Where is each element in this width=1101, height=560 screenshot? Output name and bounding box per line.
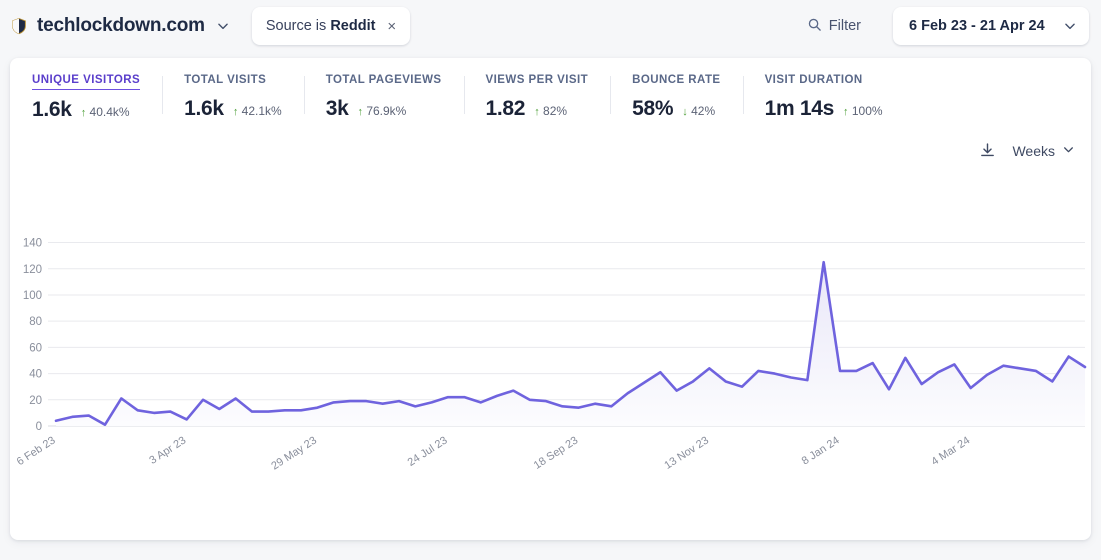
kpi-label: VISIT DURATION	[764, 74, 863, 86]
y-axis-tick-label: 0	[36, 421, 42, 433]
x-axis-tick-label: 13 Nov 23	[662, 434, 711, 471]
kpi-delta: ↑ 100%	[843, 104, 883, 118]
kpi-value: 1.6k	[184, 97, 224, 120]
filter-button[interactable]: Filter	[803, 11, 865, 42]
kpi-delta: ↑ 42.1k%	[233, 104, 282, 118]
arrow-up-icon: ↑	[843, 106, 849, 118]
filter-chip-value: Reddit	[330, 18, 376, 34]
kpi-delta-value: 42%	[691, 104, 716, 118]
kpi-delta: ↓ 42%	[682, 104, 715, 118]
x-axis-tick-label: 29 May 23	[269, 434, 319, 472]
y-axis-tick-label: 60	[29, 342, 42, 354]
chart-area-fill	[56, 262, 1085, 426]
x-axis-tick-label: 18 Sep 23	[532, 434, 581, 471]
top-bar: techlockdown.com Source is Reddit × Filt…	[0, 0, 1101, 52]
x-axis-tick-label: 3 Apr 23	[147, 434, 188, 466]
chart-controls: Weeks	[979, 142, 1075, 159]
search-icon	[807, 17, 822, 36]
shield-icon	[10, 17, 28, 35]
stats-card: UNIQUE VISITORS 1.6k ↑ 40.4k% TOTAL VISI…	[10, 58, 1091, 540]
y-axis-tick-label: 140	[23, 238, 42, 250]
arrow-up-icon: ↑	[232, 106, 239, 118]
kpi-delta: ↑ 40.4k%	[81, 105, 130, 119]
kpi-bounce-rate[interactable]: BOUNCE RATE 58% ↓ 42%	[610, 74, 742, 120]
arrow-up-icon: ↑	[357, 106, 363, 118]
kpi-label: BOUNCE RATE	[632, 74, 721, 86]
visitors-chart[interactable]: 0 20 40 60 80 100 120 140 6 Feb 23 3 Apr 23 29 Ma…	[10, 168, 1091, 540]
kpi-visit-duration[interactable]: VISIT DURATION 1m 14s ↑ 100%	[742, 74, 905, 120]
y-axis-tick-label: 120	[23, 264, 42, 276]
x-axis-tick-label: 6 Feb 23	[15, 434, 58, 468]
kpi-delta-value: 76.9k%	[366, 104, 407, 118]
kpi-value: 1.6k	[32, 98, 72, 121]
filter-button-label: Filter	[828, 18, 861, 34]
kpi-label: TOTAL PAGEVIEWS	[325, 74, 442, 86]
kpi-delta-value: 42.1k%	[241, 104, 282, 118]
kpi-total-pageviews[interactable]: TOTAL PAGEVIEWS 3k ↑ 76.9k%	[303, 74, 464, 120]
date-range-label: 6 Feb 23 - 21 Apr 24	[909, 18, 1045, 34]
filter-chip-source[interactable]: Source is Reddit ×	[251, 7, 411, 45]
x-axis-tick-label: 4 Mar 24	[929, 434, 972, 468]
kpi-delta-value: 40.4k%	[89, 105, 130, 119]
chevron-down-icon[interactable]	[1063, 19, 1077, 33]
chart-svg: 0 20 40 60 80 100 120 140 6 Feb 23 3 Apr 23 29 Ma…	[15, 238, 1087, 472]
arrow-down-icon: ↓	[682, 106, 688, 118]
close-icon[interactable]: ×	[385, 17, 398, 36]
kpi-value: 58%	[632, 97, 674, 120]
chart-x-axis-labels: 6 Feb 23 3 Apr 23 29 May 23 24 Jul 23 18 Sep…	[15, 434, 973, 472]
interval-label: Weeks	[1012, 142, 1055, 159]
y-axis-tick-label: 40	[29, 369, 42, 381]
y-axis-tick-label: 20	[29, 395, 42, 407]
kpi-row: 1.82 ↑ 82%	[486, 97, 589, 121]
chevron-down-icon[interactable]	[1062, 143, 1075, 159]
x-axis-tick-label: 24 Jul 23	[406, 434, 450, 468]
kpi-row: 1m 14s ↑ 100%	[765, 97, 883, 121]
site-selector[interactable]: techlockdown.com	[10, 15, 230, 37]
kpi-row: 1.6k ↑ 42.1k%	[184, 97, 282, 121]
kpi-row: 1.6k ↑ 40.4k%	[32, 98, 140, 122]
filter-chip-prefix: Source is	[265, 18, 331, 34]
interval-selector[interactable]: Weeks	[1012, 143, 1075, 159]
filter-chip-text: Source is Reddit	[266, 18, 376, 34]
date-range-picker[interactable]: 6 Feb 23 - 21 Apr 24	[893, 7, 1089, 45]
kpi-row: 3k ↑ 76.9k%	[326, 97, 442, 121]
arrow-up-icon: ↑	[534, 106, 540, 118]
kpi-label: VIEWS PER VISIT	[485, 74, 589, 86]
x-axis-tick-label: 8 Jan 24	[800, 434, 842, 467]
kpi-value: 1.82	[485, 97, 526, 120]
kpi-value: 1m 14s	[764, 97, 835, 120]
y-axis-tick-label: 80	[29, 316, 42, 328]
kpi-delta-value: 100%	[851, 104, 883, 118]
kpi-delta-value: 82%	[543, 104, 568, 118]
kpi-delta: ↑ 76.9k%	[357, 104, 406, 118]
kpi-views-per-visit[interactable]: VIEWS PER VISIT 1.82 ↑ 82%	[463, 74, 611, 120]
kpi-delta: ↑ 82%	[534, 104, 567, 118]
chevron-down-icon[interactable]	[216, 19, 230, 33]
kpi-label: TOTAL VISITS	[184, 74, 267, 86]
download-icon[interactable]	[979, 142, 996, 159]
dashboard-page: techlockdown.com Source is Reddit × Filt…	[0, 0, 1101, 560]
y-axis-tick-label: 100	[23, 290, 42, 302]
site-name: techlockdown.com	[37, 15, 205, 36]
kpi-strip: UNIQUE VISITORS 1.6k ↑ 40.4k% TOTAL VISI…	[10, 58, 1091, 130]
kpi-total-visits[interactable]: TOTAL VISITS 1.6k ↑ 42.1k%	[162, 74, 304, 120]
arrow-up-icon: ↑	[80, 107, 87, 119]
kpi-unique-visitors[interactable]: UNIQUE VISITORS 1.6k ↑ 40.4k%	[10, 74, 162, 121]
kpi-value: 3k	[325, 97, 349, 120]
kpi-row: 58% ↓ 42%	[632, 97, 720, 121]
kpi-label: UNIQUE VISITORS	[32, 74, 141, 90]
chart-y-axis-labels: 0 20 40 60 80 100 120 140	[23, 238, 42, 433]
